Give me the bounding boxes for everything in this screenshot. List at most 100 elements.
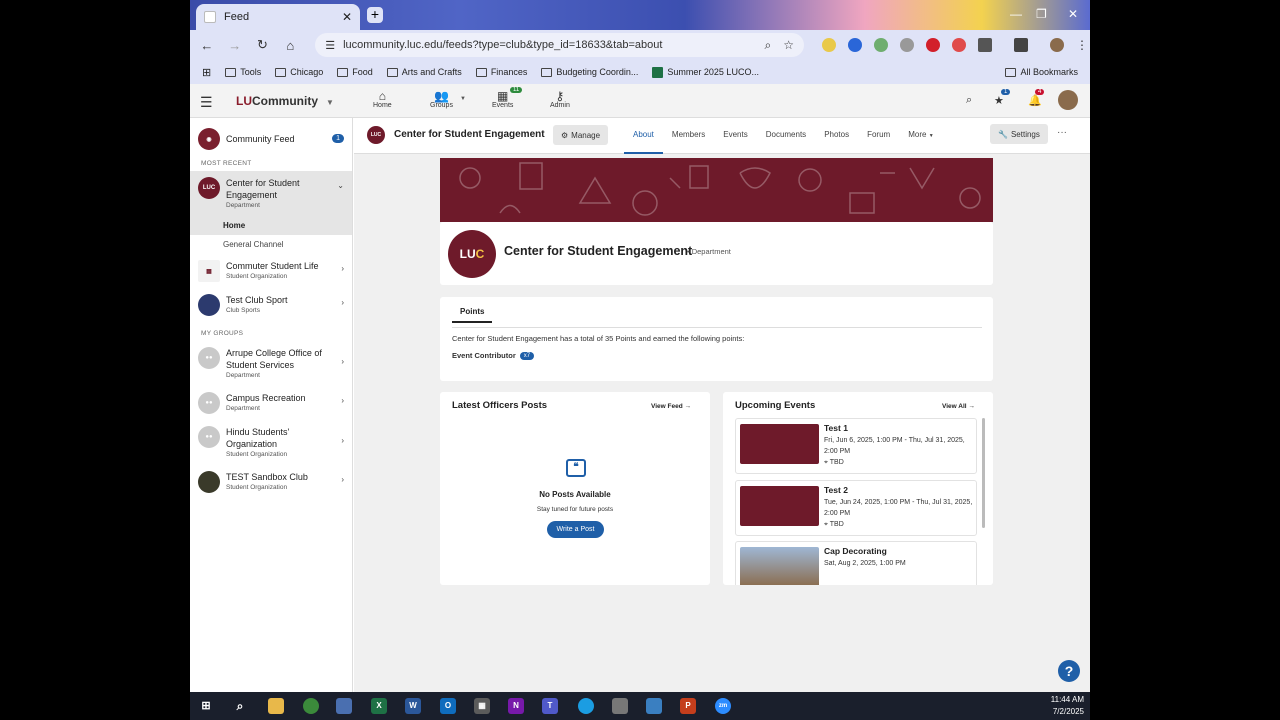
reload-icon[interactable]: ↻: [254, 37, 272, 53]
zoom-icon[interactable]: ⌕: [764, 38, 771, 53]
close-window-icon[interactable]: ✕: [1068, 7, 1078, 21]
minimize-icon[interactable]: —: [1010, 7, 1022, 21]
bookmark-chicago[interactable]: Chicago: [275, 67, 323, 77]
restore-icon[interactable]: ❐: [1036, 7, 1047, 21]
zoom-app-icon[interactable]: zm: [715, 698, 731, 714]
extension-icon[interactable]: [847, 38, 862, 52]
event-card[interactable]: Cap Decorating Sat, Aug 2, 2025, 1:00 PM: [735, 541, 977, 585]
star-icon[interactable]: ★ 1: [994, 89, 1011, 107]
more-options-icon[interactable]: ···: [1057, 127, 1067, 138]
event-date: Tue, Jun 24, 2025, 1:00 PM - Thu, Jul 31…: [824, 499, 973, 517]
sidebar-item-campus-rec[interactable]: ●● Campus Recreation Department ›: [190, 386, 352, 420]
chrome-icon[interactable]: [303, 698, 319, 714]
tab-about[interactable]: About: [624, 118, 663, 154]
gear-icon: ⚙: [561, 130, 569, 140]
teams-icon[interactable]: T: [542, 698, 558, 714]
section-my-groups: MY GROUPS: [201, 330, 244, 337]
tab-points[interactable]: Points: [452, 307, 493, 323]
site-info-icon[interactable]: ☰: [325, 39, 335, 52]
view-feed-link[interactable]: View Feed →: [651, 403, 691, 410]
tab-events[interactable]: Events: [714, 118, 756, 154]
tab-forum[interactable]: Forum: [858, 118, 899, 154]
address-bar[interactable]: ☰ lucommunity.luc.edu/feeds?type=club&ty…: [315, 33, 804, 57]
bookmark-summer[interactable]: Summer 2025 LUCO...: [652, 66, 759, 78]
hamburger-menu-icon[interactable]: ☰: [200, 94, 213, 111]
settings-button[interactable]: 🔧 Settings: [990, 124, 1048, 144]
tab-more[interactable]: More ▼: [899, 118, 942, 154]
badge-count: x7: [519, 351, 535, 360]
write-post-button[interactable]: Write a Post: [547, 521, 604, 538]
tab-photos[interactable]: Photos: [815, 118, 858, 154]
snipping-tool-icon[interactable]: [646, 698, 662, 714]
sidebar-item-test-sandbox[interactable]: TEST Sandbox Club Student Organization ›: [190, 465, 352, 499]
word-icon[interactable]: W: [405, 698, 421, 714]
sidebar-item-community-feed[interactable]: ◉ Community Feed 1: [190, 118, 352, 156]
powerpoint-icon[interactable]: P: [680, 698, 696, 714]
sidebar-item-hindu-students[interactable]: ●● Hindu Students' Organization Student O…: [190, 420, 352, 465]
extension-icon[interactable]: [821, 38, 836, 52]
bookmark-finances[interactable]: Finances: [475, 67, 527, 77]
tab-documents[interactable]: Documents: [757, 118, 815, 154]
bookmark-tools[interactable]: Tools: [225, 67, 261, 77]
app-icon[interactable]: [336, 698, 352, 714]
excel-icon[interactable]: X: [371, 698, 387, 714]
bookmark-budgeting[interactable]: Budgeting Coordin...: [541, 67, 638, 77]
user-avatar[interactable]: [1058, 90, 1078, 110]
app-icon[interactable]: [612, 698, 628, 714]
extension-icon[interactable]: [899, 38, 914, 52]
nav-events[interactable]: ▦ Events 11: [492, 87, 523, 109]
sidebar-item-commuter[interactable]: ▦ Commuter Student Life Student Organizat…: [190, 254, 352, 288]
outlook-icon[interactable]: O: [440, 698, 456, 714]
sidebar-item-center-student-engagement[interactable]: LUC Center for Student Engagement Departm…: [190, 171, 352, 216]
event-card[interactable]: Test 2 Tue, Jun 24, 2025, 1:00 PM - Thu,…: [735, 480, 977, 536]
file-explorer-icon[interactable]: [268, 698, 284, 714]
menu-kebab-icon[interactable]: ⋮: [1076, 38, 1088, 52]
extension-icon[interactable]: [873, 38, 888, 52]
scrollbar[interactable]: [982, 418, 985, 528]
manage-button[interactable]: ⚙ Manage: [553, 125, 609, 145]
view-all-link[interactable]: View All →: [942, 403, 975, 410]
event-card[interactable]: Test 1 Fri, Jun 6, 2025, 1:00 PM - Thu, …: [735, 418, 977, 474]
bookmark-food[interactable]: Food: [337, 67, 373, 77]
system-clock[interactable]: 11:44 AM 7/2/2025: [1051, 694, 1084, 718]
onenote-icon[interactable]: N: [508, 698, 524, 714]
nav-home[interactable]: ⌂ Home: [373, 90, 392, 109]
sidebar-item-test-club-sport[interactable]: Test Club Sport Club Sports ›: [190, 288, 352, 322]
sidebar-subitem-home[interactable]: Home: [190, 216, 352, 235]
nav-groups[interactable]: 👥 Groups: [430, 90, 453, 109]
close-tab-icon[interactable]: ✕: [342, 10, 352, 24]
cast-icon[interactable]: [1013, 38, 1028, 52]
apps-grid-icon[interactable]: ⊞: [202, 66, 211, 79]
browser-tab[interactable]: Feed ✕: [196, 4, 360, 30]
event-name: Test 2: [824, 485, 848, 495]
bookmark-arts[interactable]: Arts and Crafts: [386, 67, 462, 77]
help-icon[interactable]: ?: [1058, 660, 1080, 682]
extension-icon[interactable]: [951, 38, 966, 52]
event-thumbnail: [740, 486, 819, 526]
edge-icon[interactable]: [578, 698, 594, 714]
back-icon[interactable]: ←: [198, 38, 216, 53]
home-icon[interactable]: ⌂: [281, 38, 299, 53]
search-icon[interactable]: ⌕: [232, 698, 248, 714]
new-tab-button[interactable]: +: [367, 7, 383, 23]
opera-icon[interactable]: [925, 38, 940, 52]
tab-members[interactable]: Members: [663, 118, 714, 154]
bookmark-star-icon[interactable]: ☆: [783, 38, 794, 53]
brand-logo[interactable]: LUCommunity ▼: [236, 94, 334, 108]
tab-strip: Feed ✕ + — ❐ ✕: [190, 0, 1090, 30]
forward-icon[interactable]: →: [226, 38, 244, 53]
profile-name: Center for Student Engagement: [504, 244, 693, 258]
chevron-down-icon[interactable]: ⌄: [337, 181, 344, 190]
search-icon[interactable]: ⌕: [966, 94, 972, 107]
profile-avatar[interactable]: [1049, 38, 1064, 52]
sidebar-subitem-general-channel[interactable]: General Channel: [190, 235, 352, 254]
calculator-icon[interactable]: ▦: [474, 698, 490, 714]
chevron-down-icon: ▼: [326, 98, 334, 107]
nav-admin[interactable]: ⚷ Admin: [550, 90, 570, 109]
all-bookmarks[interactable]: All Bookmarks: [1005, 67, 1078, 77]
feed-badge: 1: [332, 134, 344, 143]
bell-icon[interactable]: 🔔 4: [1028, 89, 1045, 107]
windows-start-icon[interactable]: ⊞: [198, 698, 214, 714]
sidebar-item-arrupe[interactable]: ●● Arrupe College Office of Student Serv…: [190, 341, 352, 386]
puzzle-icon[interactable]: [977, 38, 992, 52]
